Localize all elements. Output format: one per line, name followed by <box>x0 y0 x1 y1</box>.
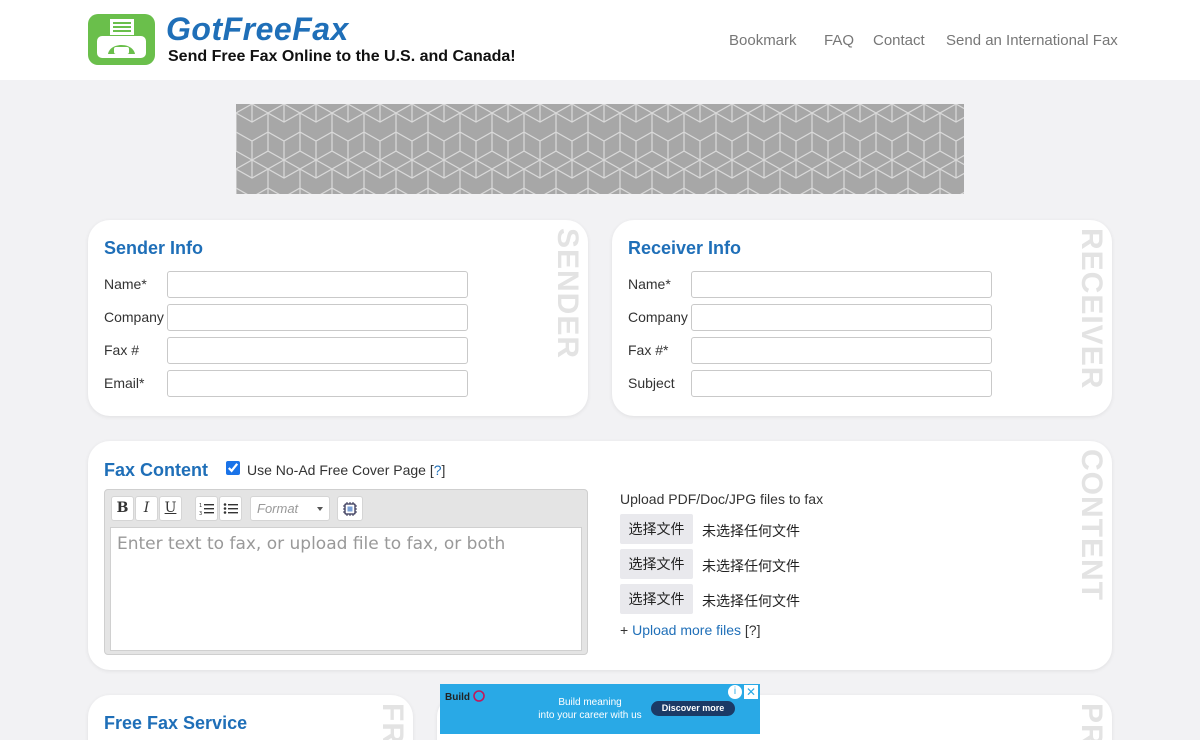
brand-tagline: Send Free Fax Online to the U.S. and Can… <box>168 48 516 65</box>
choose-file-button-2[interactable]: 选择文件 <box>620 549 693 579</box>
bullet-list-button[interactable] <box>219 496 242 521</box>
svg-text:1: 1 <box>199 503 202 509</box>
sender-email-input[interactable] <box>167 370 468 397</box>
upload-label: Upload PDF/Doc/JPG files to fax <box>620 491 824 507</box>
fax-text-editor[interactable]: Enter text to fax, or upload file to fax… <box>110 527 582 651</box>
numbered-list-icon: 1 3 <box>199 503 214 517</box>
choose-file-button-1[interactable]: 选择文件 <box>620 514 693 544</box>
cover-page-checkbox[interactable] <box>226 461 240 475</box>
numbered-list-button[interactable]: 1 3 <box>195 496 218 521</box>
source-button[interactable] <box>337 496 363 521</box>
chip-icon <box>343 502 357 516</box>
bullet-list-icon <box>223 503 238 514</box>
receiver-subject-label: Subject <box>628 375 675 391</box>
ad-logo-icon <box>472 690 485 702</box>
receiver-company-label: Company <box>628 309 688 325</box>
sender-company-label: Company <box>104 309 164 325</box>
cover-page-help-link[interactable]: ? <box>434 462 442 478</box>
choose-file-button-3[interactable]: 选择文件 <box>620 584 693 614</box>
format-dropdown[interactable]: Format <box>250 496 330 521</box>
receiver-name-label: Name* <box>628 276 671 292</box>
sender-email-label: Email* <box>104 375 145 391</box>
editor-placeholder: Enter text to fax, or upload file to fax… <box>117 534 506 554</box>
sender-card: Sender Info SENDER Name* Company Fax # E… <box>88 220 588 416</box>
cover-page-bracket: ] <box>441 462 446 478</box>
bottom-ad[interactable]: Build Build meaning into your career wit… <box>440 684 760 734</box>
ad-close-icon[interactable]: ✕ <box>744 685 758 699</box>
cover-page-label[interactable]: Use No-Ad Free Cover Page [?] <box>247 462 445 478</box>
ad-logo: Build <box>445 690 485 703</box>
receiver-name-input[interactable] <box>691 271 992 298</box>
cover-page-text: Use No-Ad Free Cover Page [ <box>247 462 434 478</box>
upload-more-prefix: + <box>620 622 633 638</box>
bold-button[interactable]: B <box>111 496 134 521</box>
receiver-title: Receiver Info <box>628 238 742 258</box>
site-header: GotFreeFax Send Free Fax Online to the U… <box>0 0 1200 80</box>
receiver-fax-input[interactable] <box>691 337 992 364</box>
svg-text:3: 3 <box>199 511 202 516</box>
ad-discover-button[interactable]: Discover more <box>651 701 735 716</box>
fax-content-card: Fax Content CONTENT Use No-Ad Free Cover… <box>88 441 1112 670</box>
receiver-company-input[interactable] <box>691 304 992 331</box>
receiver-card: Receiver Info RECEIVER Name* Company Fax… <box>612 220 1112 416</box>
ad-line-2: into your career with us <box>538 710 642 721</box>
nav-international-fax[interactable]: Send an International Fax <box>946 32 1118 49</box>
ad-text: Build meaning into your career with us <box>520 696 660 722</box>
brand-name[interactable]: GotFreeFax <box>166 11 349 48</box>
fax-content-title: Fax Content <box>104 460 209 480</box>
cube-pattern <box>236 104 964 194</box>
rich-text-editor: B I U 1 3 Format Enter text to fax, or u… <box>104 489 588 655</box>
upload-more-help[interactable]: [?] <box>745 622 761 638</box>
ad-info-icon[interactable]: i <box>728 685 742 699</box>
format-placeholder: Format <box>257 501 299 516</box>
nav-bookmark[interactable]: Bookmark <box>729 32 797 49</box>
ad-banner-placeholder[interactable] <box>236 104 964 194</box>
receiver-side-label: RECEIVER <box>1075 228 1108 390</box>
free-side-label: FR <box>376 703 409 740</box>
upload-more-row: + Upload more files [?] <box>620 622 760 638</box>
upload-more-link[interactable]: Upload more files <box>632 622 741 638</box>
content-side-label: CONTENT <box>1075 449 1108 601</box>
sender-title: Sender Info <box>104 238 204 258</box>
no-file-text-3: 未选择任何文件 <box>702 594 800 610</box>
nav-faq[interactable]: FAQ <box>824 32 854 49</box>
sender-company-input[interactable] <box>167 304 468 331</box>
pro-side-label: PR <box>1075 703 1108 740</box>
free-fax-title: Free Fax Service <box>104 713 248 733</box>
sender-name-input[interactable] <box>167 271 468 298</box>
sender-name-label: Name* <box>104 276 147 292</box>
sender-fax-input[interactable] <box>167 337 468 364</box>
no-file-text-2: 未选择任何文件 <box>702 559 800 575</box>
ad-logo-text: Build <box>445 692 470 703</box>
underline-button[interactable]: U <box>159 496 182 521</box>
no-file-text-1: 未选择任何文件 <box>702 524 800 540</box>
nav-contact[interactable]: Contact <box>873 32 925 49</box>
receiver-subject-input[interactable] <box>691 370 992 397</box>
italic-button[interactable]: I <box>135 496 158 521</box>
sender-side-label: SENDER <box>551 228 584 360</box>
sender-fax-label: Fax # <box>104 342 140 358</box>
free-fax-card: Free Fax Service FR <box>88 695 413 740</box>
fax-logo-icon[interactable] <box>88 14 155 65</box>
receiver-fax-label: Fax #* <box>628 342 669 358</box>
ad-line-1: Build meaning <box>558 697 622 708</box>
chevron-down-icon <box>317 507 323 511</box>
